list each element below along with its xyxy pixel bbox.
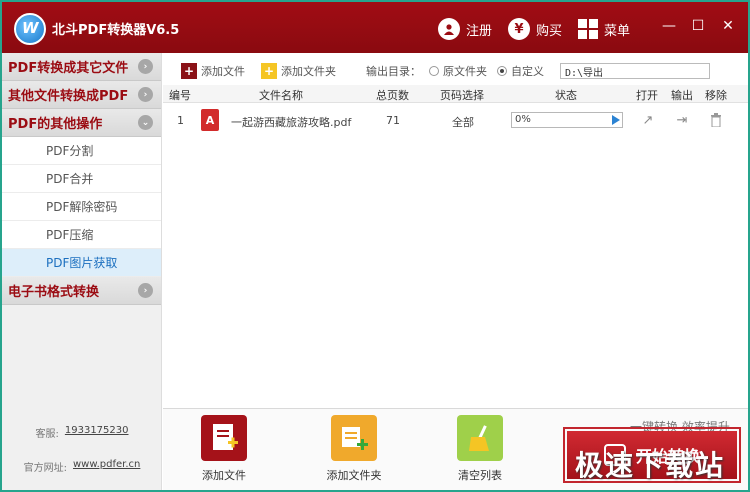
qq-contact: 客服: 1933175230 bbox=[2, 425, 162, 440]
category-other-to-pdf[interactable]: 其他文件转换成PDF › bbox=[2, 81, 161, 109]
app-title: 北斗PDF转换器V6.5 bbox=[52, 23, 180, 38]
app-window: W 北斗PDF转换器V6.5 注册 ¥ 购买 菜单 — ☐ ✕ PDF转换成其它… bbox=[0, 0, 750, 492]
play-icon[interactable] bbox=[612, 115, 620, 125]
register-button[interactable]: 注册 bbox=[438, 17, 492, 41]
add-file-icon bbox=[201, 415, 247, 461]
radio-selected-icon bbox=[497, 66, 507, 76]
minimize-button[interactable]: — bbox=[659, 16, 679, 36]
table-row[interactable]: 1 A 一起游西藏旅游攻略.pdf 71 全部 0% ↗ ⇥ bbox=[163, 108, 748, 134]
close-button[interactable]: ✕ bbox=[718, 16, 738, 36]
maximize-button[interactable]: ☐ bbox=[688, 16, 708, 36]
sidebar-item-pdf-unlock[interactable]: PDF解除密码 bbox=[2, 193, 161, 221]
site-contact: 官方网址: www.pdfer.cn bbox=[2, 459, 162, 474]
category-pdf-other-ops[interactable]: PDF的其他操作 ⌄ bbox=[2, 109, 161, 137]
chevron-right-icon: › bbox=[138, 283, 153, 298]
broom-icon bbox=[457, 415, 503, 461]
toolbar: + 添加文件 + 添加文件夹 输出目录： 原文件夹 自定义 bbox=[163, 57, 748, 85]
sidebar-item-pdf-image-extract[interactable]: PDF图片获取 bbox=[2, 249, 161, 277]
grid-icon bbox=[578, 19, 598, 39]
chevron-right-icon: › bbox=[138, 87, 153, 102]
category-pdf-to-other[interactable]: PDF转换成其它文件 › bbox=[2, 53, 161, 81]
chevron-down-icon: ⌄ bbox=[138, 115, 153, 130]
qq-link[interactable]: 1933175230 bbox=[65, 425, 129, 440]
buy-button[interactable]: ¥ 购买 bbox=[508, 17, 562, 41]
status-progress: 0% bbox=[511, 112, 623, 128]
site-link[interactable]: www.pdfer.cn bbox=[73, 459, 140, 474]
watermark: 极速下载站 bbox=[575, 449, 726, 482]
buy-label: 购买 bbox=[536, 23, 563, 39]
radio-icon bbox=[429, 66, 439, 76]
add-folder-button[interactable]: + 添加文件夹 bbox=[261, 63, 336, 79]
table-header: 编号 文件名称 总页数 页码选择 状态 打开 输出 移除 bbox=[163, 85, 748, 103]
plus-icon: + bbox=[181, 63, 197, 79]
radio-custom-folder[interactable]: 自定义 bbox=[497, 63, 544, 79]
register-label: 注册 bbox=[466, 23, 493, 39]
output-icon[interactable]: ⇥ bbox=[673, 111, 691, 129]
sidebar-item-pdf-compress[interactable]: PDF压缩 bbox=[2, 221, 161, 249]
site-label: 官方网址: bbox=[23, 463, 67, 474]
trash-icon[interactable] bbox=[707, 111, 725, 129]
yen-icon: ¥ bbox=[508, 18, 530, 40]
add-folder-icon bbox=[331, 415, 377, 461]
chevron-right-icon: › bbox=[138, 59, 153, 74]
big-add-file-button[interactable]: 添加文件 bbox=[169, 415, 279, 487]
sidebar-item-pdf-merge[interactable]: PDF合并 bbox=[2, 165, 161, 193]
output-path-input[interactable] bbox=[560, 63, 710, 79]
user-icon bbox=[438, 18, 460, 40]
title-bar: W 北斗PDF转换器V6.5 注册 ¥ 购买 菜单 — ☐ ✕ bbox=[2, 2, 748, 53]
menu-button[interactable]: 菜单 bbox=[578, 17, 630, 41]
sidebar-item-pdf-split[interactable]: PDF分割 bbox=[2, 137, 161, 165]
big-add-folder-button[interactable]: 添加文件夹 bbox=[299, 415, 409, 487]
sidebar: PDF转换成其它文件 › 其他文件转换成PDF › PDF的其他操作 ⌄ PDF… bbox=[2, 53, 162, 490]
clear-list-button[interactable]: 清空列表 bbox=[425, 415, 535, 487]
app-logo: W bbox=[14, 13, 46, 45]
output-dir-label: 输出目录： bbox=[366, 65, 421, 78]
radio-source-folder[interactable]: 原文件夹 bbox=[429, 63, 487, 79]
category-ebook-convert[interactable]: 电子书格式转换 › bbox=[2, 277, 161, 305]
pdf-file-icon: A bbox=[201, 109, 219, 131]
qq-label: 客服: bbox=[35, 429, 59, 440]
add-file-button[interactable]: + 添加文件 bbox=[181, 63, 245, 79]
menu-label: 菜单 bbox=[604, 23, 631, 39]
folder-plus-icon: + bbox=[261, 63, 277, 79]
open-external-icon[interactable]: ↗ bbox=[639, 111, 657, 129]
